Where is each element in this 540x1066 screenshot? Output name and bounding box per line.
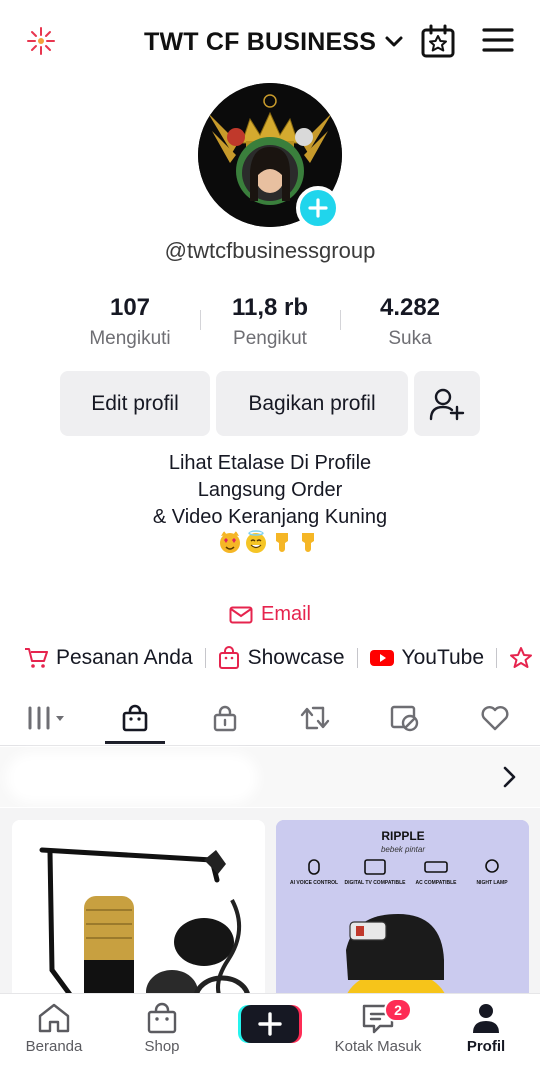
content-tabs: [0, 690, 540, 746]
bio-line: Langsung Order: [197, 479, 343, 501]
shopping-bag-icon: [122, 704, 148, 732]
feature-label: AI VOICE CONTROL: [290, 880, 338, 886]
share-profile-button[interactable]: Bagikan profil: [216, 371, 408, 436]
heart-eyes-cat-emoji-icon: [220, 531, 240, 553]
stat-label: Suka: [388, 328, 432, 349]
top-bar: TWT CF BUSINESS: [0, 0, 540, 80]
product-grid: RIPPLE bebek pintar AI VOICE CONTROL DIG…: [0, 808, 540, 1020]
chevron-down-icon: [385, 36, 403, 47]
sparkle-icon[interactable]: [26, 26, 56, 56]
halo-smile-emoji-icon: [246, 530, 266, 553]
account-switcher[interactable]: TWT CF BUSINESS: [144, 26, 404, 58]
tab-videos[interactable]: [0, 690, 90, 746]
add-friend-button[interactable]: [414, 371, 480, 436]
nav-label: Beranda: [25, 1038, 83, 1055]
email-label: Email: [260, 603, 311, 625]
cart-icon: [25, 648, 48, 668]
add-avatar-button[interactable]: [296, 186, 340, 230]
stat-label: Pengikut: [233, 328, 307, 349]
stats-row: 107 Mengikuti 11,8 rb Pengikut 4.282 Suk…: [60, 292, 480, 356]
nav-inbox[interactable]: Kotak Masuk: [324, 1002, 432, 1062]
account-name: TWT CF BUSINESS: [144, 27, 377, 56]
showcase-link[interactable]: Showcase: [218, 646, 345, 670]
shopping-bag-icon: [147, 1002, 177, 1034]
product-card[interactable]: [12, 820, 265, 1020]
nav-label: Kotak Masuk: [334, 1038, 422, 1055]
envelope-icon: [229, 606, 253, 623]
divider: [356, 648, 358, 668]
chevron-right-icon: [503, 766, 516, 788]
lock-icon: [213, 705, 237, 732]
tab-tagged[interactable]: [360, 690, 450, 746]
stat-value: 4.282: [379, 294, 441, 321]
product-card[interactable]: RIPPLE bebek pintar AI VOICE CONTROL DIG…: [276, 820, 529, 1020]
feature-label: AC COMPATIBLE: [416, 880, 458, 886]
repost-icon: [300, 706, 330, 730]
product-subbrand: bebek pintar: [381, 845, 425, 854]
nav-home[interactable]: Beranda: [0, 1002, 108, 1062]
hamburger-menu-icon[interactable]: [482, 26, 514, 54]
tagged-icon: [390, 705, 419, 732]
orders-link[interactable]: Pesanan Anda: [24, 646, 193, 670]
more-link[interactable]: [509, 646, 533, 670]
tab-liked[interactable]: [450, 690, 540, 746]
profile-links-row: Pesanan Anda Showcase YouTube: [24, 642, 533, 674]
link-label: Pesanan Anda: [56, 646, 193, 669]
duck-lamp-image: RIPPLE bebek pintar AI VOICE CONTROL DIG…: [276, 820, 529, 1020]
tab-private[interactable]: [180, 690, 270, 746]
nav-profile[interactable]: Profil: [432, 1002, 540, 1062]
star-icon: [510, 647, 533, 668]
bio-emoji-row: [218, 530, 320, 558]
nav-shop[interactable]: Shop: [108, 1002, 216, 1062]
stat-value: 11,8 rb: [231, 294, 309, 321]
shop-banner[interactable]: [0, 747, 540, 807]
bio: Lihat Etalase Di Profile Langsung Order …: [0, 450, 540, 531]
microphone-kit-image: [12, 820, 265, 1020]
redacted-text: [14, 761, 250, 795]
calendar-star-icon[interactable]: [420, 24, 456, 58]
edit-profile-button[interactable]: Edit profil: [60, 371, 210, 436]
add-user-icon: [429, 388, 465, 420]
product-brand: RIPPLE: [381, 829, 424, 843]
home-icon: [38, 1003, 70, 1033]
profile-icon: [473, 1004, 499, 1033]
create-button[interactable]: [238, 1003, 302, 1043]
stat-value: 107: [109, 294, 151, 321]
pointing-down-emoji-icon: [276, 533, 288, 552]
youtube-link[interactable]: YouTube: [369, 646, 485, 670]
link-label: Showcase: [247, 646, 345, 669]
username: @twtcfbusinessgroup: [164, 238, 376, 263]
inbox-badge: 2: [384, 998, 412, 1022]
stat-label: Mengikuti: [89, 328, 171, 349]
bio-line: Lihat Etalase Di Profile: [168, 452, 372, 474]
plus-icon: [308, 198, 328, 218]
stat-followers[interactable]: 11,8 rb Pengikut: [200, 292, 340, 350]
grid-icon: [28, 706, 64, 730]
bio-line: & Video Keranjang Kuning: [152, 506, 388, 528]
youtube-icon: [369, 650, 394, 666]
pointing-down-emoji-icon: [302, 533, 314, 552]
divider: [496, 648, 498, 668]
shopping-bag-icon: [218, 646, 239, 669]
stat-following[interactable]: 107 Mengikuti: [60, 292, 200, 350]
email-link[interactable]: Email: [0, 603, 540, 626]
feature-label: DIGITAL TV COMPATIBLE: [344, 880, 406, 886]
link-label: YouTube: [401, 646, 485, 669]
nav-label: Profil: [466, 1038, 506, 1055]
stat-likes[interactable]: 4.282 Suka: [340, 292, 480, 350]
tab-reposts[interactable]: [270, 690, 360, 746]
nav-label: Shop: [144, 1038, 180, 1055]
divider: [204, 648, 206, 668]
active-tab-indicator: [105, 741, 165, 744]
tab-shop[interactable]: [90, 690, 180, 746]
heart-icon: [481, 706, 509, 731]
feature-label: NIGHT LAMP: [476, 880, 508, 886]
